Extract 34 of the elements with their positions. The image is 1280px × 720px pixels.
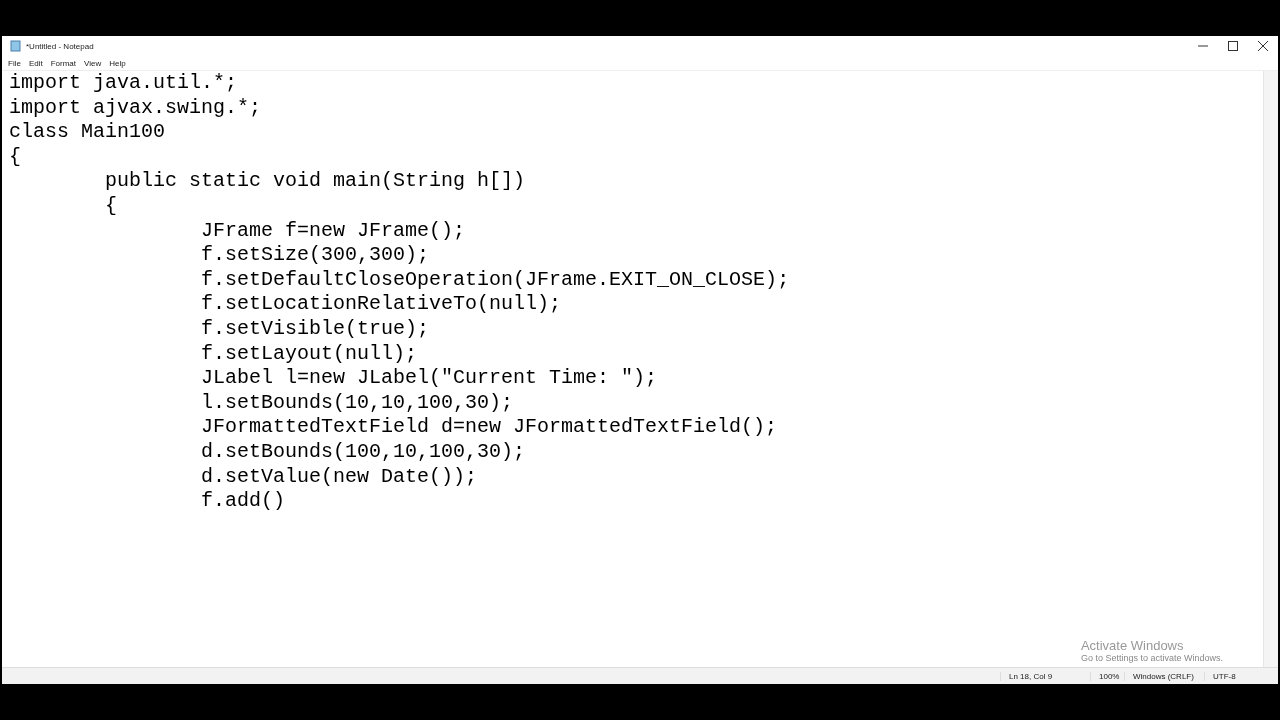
code-line: d.setValue(new Date()); [200, 464, 479, 490]
code-line: l.setBounds(10,10,100,30); [200, 390, 515, 416]
code-line: import java.util.*; [9, 71, 239, 96]
code-line: f.add() [200, 489, 287, 514]
code-line: class Main100 [9, 120, 167, 145]
notepad-icon [10, 40, 22, 52]
code-line: import ajvax.swing.*; [9, 95, 263, 121]
code-line: f.setVisible(true); [200, 316, 431, 342]
menu-item[interactable]: Edit [28, 58, 43, 68]
maximize-icon [1228, 41, 1238, 51]
status-text: Windows (CRLF) [1124, 671, 1204, 681]
status-text: UTF-8 [1204, 671, 1278, 681]
code-line: d.setBounds(100,10,100,30); [200, 439, 527, 465]
menu-item[interactable]: Format [50, 58, 77, 68]
activation-message: Go to Settings to activate Windows. [1080, 653, 1223, 663]
close-icon [1258, 41, 1268, 51]
code-line: { [9, 144, 22, 170]
code-line: f.setSize(300,300); [200, 243, 431, 268]
menu-item[interactable]: File [8, 58, 21, 68]
code-line: f.setDefaultCloseOperation(JFrame.EXIT_ON_CLOSE); [200, 267, 791, 293]
code-line: f.setLayout(null); [200, 341, 419, 367]
menu-item[interactable]: Help [109, 58, 126, 68]
code-line: JLabel l=new JLabel("Current Time: "); [200, 366, 659, 391]
status-text: 100% [1090, 671, 1124, 681]
activation-title: Activate Windows [1080, 638, 1185, 653]
status-text: Ln 18, Col 9 [1000, 671, 1090, 681]
code-line: f.setLocationRelativeTo(null); [200, 292, 563, 317]
code-line: JFrame f=new JFrame(); [200, 218, 467, 244]
window-title: *Untitled - Notepad [26, 41, 94, 51]
code-line: JFormattedTextField d=new JFormattedTextField(); [200, 415, 779, 440]
scrollbar[interactable] [1263, 71, 1278, 667]
code-line: public static void main(String h[]) [104, 169, 527, 194]
code-line: { [104, 193, 119, 219]
menu-item[interactable]: View [84, 58, 102, 68]
